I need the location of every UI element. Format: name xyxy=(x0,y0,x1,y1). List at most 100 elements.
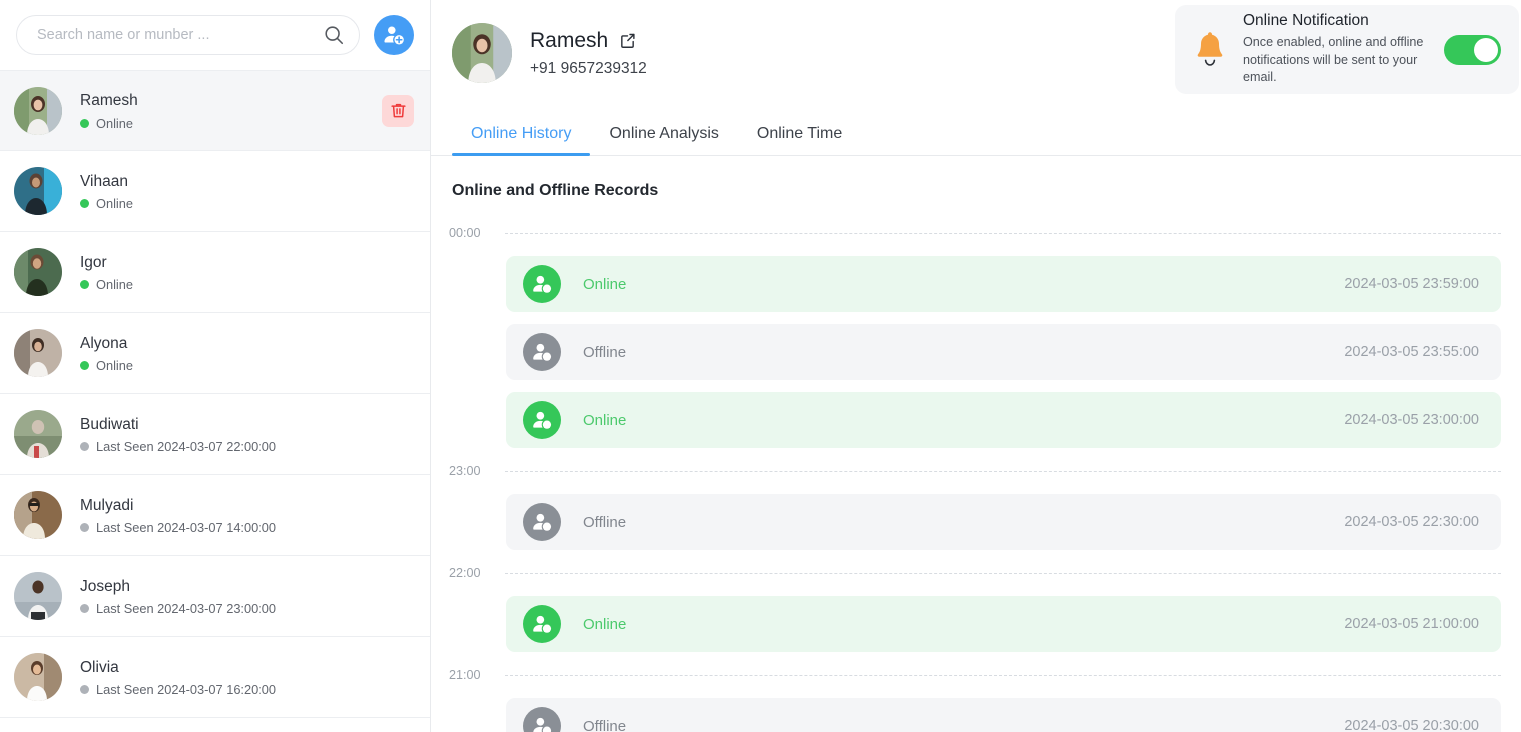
contact-status: Online xyxy=(80,196,414,211)
contact-status: Online xyxy=(80,116,382,131)
notification-description: Once enabled, online and offline notific… xyxy=(1243,34,1424,85)
delete-contact-button[interactable] xyxy=(382,94,414,127)
notification-title: Online Notification xyxy=(1243,11,1369,29)
offline-person-icon xyxy=(523,333,561,371)
contact-name: Vihaan xyxy=(80,172,128,190)
add-contact-button[interactable] xyxy=(374,15,414,55)
contact-status-label: Online xyxy=(96,358,133,374)
tab-online-time[interactable]: Online Time xyxy=(738,126,861,155)
contact-info: Joseph Last Seen 2024-03-07 23:00:00 xyxy=(80,576,414,616)
timeline-group: 00:00 Online 2024-03-05 23:59:00 Offline… xyxy=(449,222,1501,448)
status-dot-offline xyxy=(80,604,89,614)
record-timestamp: 2024-03-05 21:00:00 xyxy=(1344,616,1479,632)
history-record[interactable]: Offline 2024-03-05 23:55:00 xyxy=(506,324,1501,380)
record-status-label: Online xyxy=(583,411,627,429)
timeline-time-label: 23:00 xyxy=(449,464,481,478)
contact-status: Last Seen 2024-03-07 23:00:00 xyxy=(80,601,414,616)
contact-status-label: Last Seen 2024-03-07 14:00:00 xyxy=(96,520,277,536)
contact-list-item[interactable]: Vihaan Online xyxy=(0,151,430,232)
tab-online-analysis[interactable]: Online Analysis xyxy=(590,126,737,155)
online-person-icon xyxy=(523,401,561,439)
record-status-label: Offline xyxy=(583,513,627,531)
contact-name: Ramesh xyxy=(80,92,138,110)
contact-status-label: Last Seen 2024-03-07 22:00:00 xyxy=(96,439,277,455)
status-dot-online xyxy=(80,199,89,209)
history-record[interactable]: Online 2024-03-05 23:59:00 xyxy=(506,256,1501,312)
contact-list-item[interactable]: Mulyadi Last Seen 2024-03-07 14:00:00 xyxy=(0,475,430,556)
edit-square-icon[interactable] xyxy=(619,32,636,49)
timeline-time-row: 23:00 xyxy=(449,460,1501,482)
timeline-time-label: 22:00 xyxy=(449,566,481,580)
online-person-icon xyxy=(523,605,561,643)
contact-list[interactable]: Ramesh Online Vihaan Online Igor Online … xyxy=(0,70,430,732)
timeline-divider xyxy=(505,470,1501,472)
trash-icon xyxy=(390,103,406,118)
main-panel: Ramesh +91 9657239312 Online Notificatio… xyxy=(431,0,1521,732)
notification-text: Online Notification Once enabled, online… xyxy=(1243,12,1430,88)
search-input[interactable] xyxy=(37,27,323,43)
avatar xyxy=(14,491,62,539)
history-record[interactable]: Offline 2024-03-05 20:30:00 xyxy=(506,698,1501,732)
profile-phone: +91 9657239312 xyxy=(530,59,647,77)
contact-name: Olivia xyxy=(80,658,119,676)
contact-status-label: Last Seen 2024-03-07 23:00:00 xyxy=(96,601,277,617)
contact-list-item[interactable]: Joseph Last Seen 2024-03-07 23:00:00 xyxy=(0,556,430,637)
contact-info: Olivia Last Seen 2024-03-07 16:20:00 xyxy=(80,657,414,697)
contact-status: Last Seen 2024-03-07 14:00:00 xyxy=(80,520,414,535)
search-field-wrapper[interactable] xyxy=(16,15,360,55)
toggle-knob xyxy=(1474,37,1498,62)
contact-status: Online xyxy=(80,277,414,292)
history-record[interactable]: Online 2024-03-05 23:00:00 xyxy=(506,392,1501,448)
record-timestamp: 2024-03-05 22:30:00 xyxy=(1344,514,1479,530)
record-status-label: Online xyxy=(583,615,627,633)
contacts-sidebar: Ramesh Online xyxy=(0,0,431,732)
contact-name: Joseph xyxy=(80,577,130,595)
profile-block: Ramesh +91 9657239312 xyxy=(452,23,647,83)
timeline-time-row: 22:00 xyxy=(449,562,1501,584)
avatar xyxy=(14,329,62,377)
contact-list-item[interactable]: Alyona Online xyxy=(0,313,430,394)
avatar xyxy=(14,248,62,296)
timeline-time-row: 00:00 xyxy=(449,222,1501,244)
offline-person-icon xyxy=(523,503,561,541)
timeline-divider xyxy=(505,572,1501,574)
contact-status-label: Online xyxy=(96,277,133,293)
avatar xyxy=(14,410,62,458)
online-history-timeline: 00:00 Online 2024-03-05 23:59:00 Offline… xyxy=(431,200,1521,732)
status-dot-online xyxy=(80,280,89,290)
record-status-label: Online xyxy=(583,275,627,293)
notification-toggle[interactable] xyxy=(1444,34,1501,65)
contact-info: Alyona Online xyxy=(80,333,414,373)
profile-details: Ramesh +91 9657239312 xyxy=(530,29,647,78)
status-dot-online xyxy=(80,118,89,128)
timeline-divider xyxy=(505,674,1501,676)
profile-header: Ramesh +91 9657239312 Online Notificatio… xyxy=(431,0,1521,106)
timeline-divider xyxy=(505,232,1501,234)
section-title: Online and Offline Records xyxy=(452,182,659,199)
tab-online-history[interactable]: Online History xyxy=(452,126,591,156)
status-dot-offline xyxy=(80,442,89,452)
contact-list-item[interactable]: Ramesh Online xyxy=(0,70,430,151)
avatar xyxy=(14,167,62,215)
contact-list-item[interactable]: Igor Online xyxy=(0,232,430,313)
online-person-icon xyxy=(523,265,561,303)
timeline-group: 22:00 Online 2024-03-05 21:00:00 xyxy=(449,562,1501,652)
status-dot-offline xyxy=(80,523,89,533)
contact-status-label: Online xyxy=(96,196,133,212)
contact-name: Mulyadi xyxy=(80,496,134,514)
contact-list-item[interactable]: Olivia Last Seen 2024-03-07 16:20:00 xyxy=(0,637,430,718)
history-record[interactable]: Offline 2024-03-05 22:30:00 xyxy=(506,494,1501,550)
timeline-time-row: 21:00 xyxy=(449,664,1501,686)
record-status-label: Offline xyxy=(583,717,627,732)
contact-list-item[interactable]: Budiwati Last Seen 2024-03-07 22:00:00 xyxy=(0,394,430,475)
history-record[interactable]: Online 2024-03-05 21:00:00 xyxy=(506,596,1501,652)
profile-avatar xyxy=(452,23,512,83)
search-icon[interactable] xyxy=(323,24,345,46)
contact-info: Igor Online xyxy=(80,252,414,292)
contact-info: Ramesh Online xyxy=(80,90,382,131)
avatar xyxy=(14,86,62,135)
record-timestamp: 2024-03-05 20:30:00 xyxy=(1344,718,1479,732)
status-dot-offline xyxy=(80,685,89,695)
app-root: Ramesh Online xyxy=(0,0,1521,732)
timeline-group: 23:00 Offline 2024-03-05 22:30:00 xyxy=(449,460,1501,550)
